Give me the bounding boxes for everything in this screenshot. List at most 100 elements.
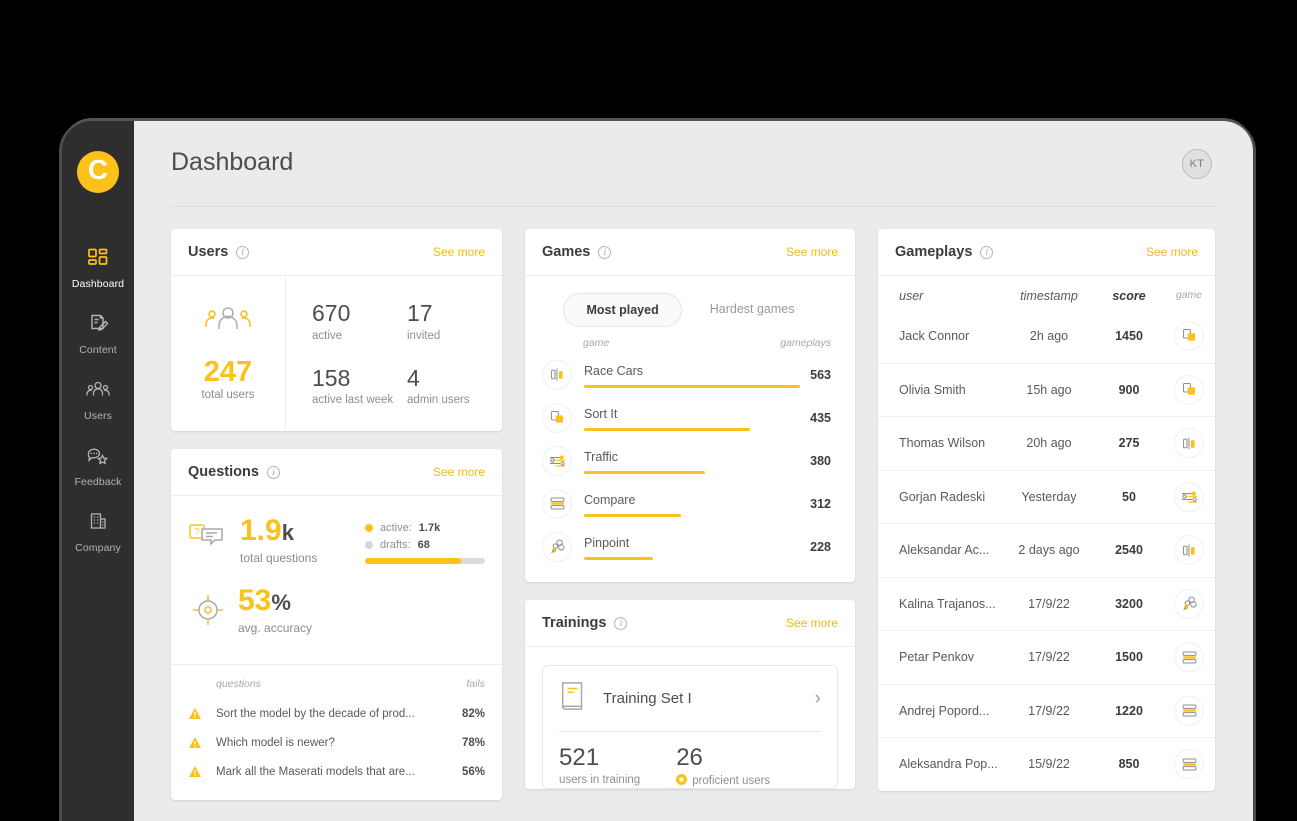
traffic-icon: [543, 446, 571, 475]
sidebar-item-content[interactable]: Content: [62, 301, 134, 367]
warning-icon: [188, 765, 202, 778]
gameplay-row[interactable]: Jack Connor 2h ago 1450: [878, 309, 1215, 363]
accuracy-unit: %: [271, 590, 291, 615]
gameplay-row[interactable]: Thomas Wilson 20h ago 275: [878, 416, 1215, 470]
sidebar-item-users[interactable]: Users: [62, 367, 134, 433]
accuracy-number: 53: [238, 584, 272, 617]
game-gameplays: 228: [810, 539, 831, 554]
users-stats-grid: 670 active 17 invited 158 active last we…: [286, 276, 502, 431]
proficient-users-label-wrap: proficient users: [676, 774, 770, 788]
info-icon[interactable]: i: [266, 465, 280, 479]
gameplay-user: Jack Connor: [899, 328, 970, 343]
race-cars-icon: [1175, 429, 1203, 458]
app-logo[interactable]: C: [77, 151, 119, 193]
column-right: Gameplays i See more user timestamp scor…: [878, 229, 1215, 800]
question-text: Which model is newer?: [216, 736, 335, 749]
gameplay-score: 850: [1118, 757, 1140, 772]
chevron-right-icon[interactable]: ›: [815, 688, 821, 710]
col-questions: questions: [216, 678, 261, 690]
column-left: Users i See more 247 total users 670 act…: [171, 229, 502, 800]
game-gameplays: 380: [810, 453, 831, 468]
gameplay-row[interactable]: Olivia Smith 15h ago 900: [878, 362, 1215, 417]
gameplays-card: Gameplays i See more user timestamp scor…: [878, 229, 1215, 791]
info-icon[interactable]: i: [614, 616, 628, 630]
col-game: game: [1175, 289, 1203, 301]
table-row[interactable]: Sort the model by the decade of prod... …: [188, 699, 485, 728]
trainings-see-more-link[interactable]: See more: [786, 616, 838, 630]
avatar[interactable]: KT: [1182, 149, 1212, 179]
gameplay-row[interactable]: Andrej Popord... 17/9/22 1220: [878, 683, 1215, 738]
user-stat: 670 active: [312, 300, 407, 341]
stat-label: invited: [407, 329, 441, 342]
game-row[interactable]: Traffic 380: [525, 439, 855, 482]
gameplay-row[interactable]: Petar Penkov 17/9/22 1500: [878, 630, 1215, 684]
users-card-title: Users: [188, 244, 229, 260]
gameplay-score: 1500: [1115, 650, 1143, 665]
col-user: user: [899, 289, 924, 303]
question-bubble-icon: ?: [188, 520, 228, 555]
race-cars-icon: [543, 360, 571, 389]
gameplay-timestamp: 17/9/22: [1028, 650, 1070, 665]
training-set-item[interactable]: Training Set I › 521 users in training 2…: [542, 665, 838, 790]
users-see-more-link[interactable]: See more: [433, 245, 485, 259]
games-table-header: game gameplays: [525, 333, 855, 353]
badge-star-icon: [676, 774, 688, 788]
gameplays-see-more-link[interactable]: See more: [1146, 245, 1198, 259]
proficient-users-label: proficient users: [692, 775, 771, 788]
gameplay-score: 1450: [1115, 328, 1143, 343]
info-icon[interactable]: i: [980, 245, 994, 259]
questions-total-number: 1.9: [240, 514, 282, 547]
games-see-more-link[interactable]: See more: [786, 245, 838, 259]
trainings-card: Trainings i See more Training Set I › 52…: [525, 600, 855, 790]
table-row[interactable]: Mark all the Maserati models that are...…: [188, 757, 485, 786]
game-gameplays: 312: [810, 496, 831, 511]
game-row[interactable]: Sort It 435: [525, 396, 855, 439]
sidebar-item-feedback[interactable]: Feedback: [62, 433, 134, 499]
sort-it-icon: [543, 403, 571, 432]
gameplay-user: Kalina Trajanos...: [899, 596, 996, 611]
info-icon[interactable]: i: [236, 245, 250, 259]
games-card-header: Games i See more: [525, 229, 855, 276]
training-stat-proficient: 26 proficient users: [676, 745, 770, 788]
questions-card-header: Questions i See more: [171, 449, 502, 496]
gameplay-row[interactable]: Gorjan Radeski Yesterday 50: [878, 469, 1215, 524]
users-total-label: total users: [201, 389, 255, 402]
training-set-header: Training Set I ›: [559, 680, 821, 731]
sidebar-item-company[interactable]: Company: [62, 499, 134, 565]
table-row[interactable]: Which model is newer? 78%: [188, 728, 485, 757]
gameplay-timestamp: 15h ago: [1026, 382, 1072, 397]
questions-total-unit: k: [281, 520, 294, 545]
gameplay-row[interactable]: Aleksandar Ac... 2 days ago 2540: [878, 523, 1215, 577]
users-total-value: 247: [203, 355, 253, 388]
sidebar-item-dashboard[interactable]: Dashboard: [62, 235, 134, 301]
trainings-card-title: Trainings: [542, 615, 607, 631]
gameplay-row[interactable]: Aleksandra Pop... 15/9/22 850: [878, 737, 1215, 791]
compare-icon: [1175, 696, 1203, 725]
tab-most-played[interactable]: Most played: [563, 293, 682, 327]
gameplay-timestamp: 20h ago: [1026, 436, 1072, 451]
game-row[interactable]: Compare 312: [525, 482, 855, 525]
question-text: Sort the model by the decade of prod...: [216, 707, 415, 720]
questions-total-label: total questions: [240, 551, 318, 565]
info-icon[interactable]: i: [598, 245, 612, 259]
col-score: score: [1112, 289, 1146, 303]
user-stat: 4 admin users: [407, 365, 502, 406]
gameplay-game-cell: [1163, 536, 1215, 565]
tab-hardest-games[interactable]: Hardest games: [688, 293, 817, 327]
gameplay-game-cell: [1163, 321, 1215, 350]
sidebar-label-content: Content: [79, 344, 117, 356]
grid-icon: [85, 246, 111, 270]
game-row[interactable]: Race Cars 563: [525, 353, 855, 396]
warning-icon: [188, 707, 202, 720]
avatar-initials: KT: [1189, 158, 1205, 170]
questions-see-more-link[interactable]: See more: [433, 465, 485, 479]
race-cars-icon: [1175, 536, 1203, 565]
questions-card-body: ? 1.9k total questions active: 1.7k draf…: [171, 496, 502, 664]
questions-total-value: 1.9k: [240, 516, 317, 546]
table-header: questions fails: [188, 676, 485, 699]
stat-label: admin users: [407, 393, 470, 406]
gameplay-row[interactable]: Kalina Trajanos... 17/9/22 3200: [878, 576, 1215, 631]
game-row[interactable]: Pinpoint 228: [525, 525, 855, 568]
fails-value: 56%: [461, 765, 485, 778]
gameplay-timestamp: 15/9/22: [1028, 757, 1070, 772]
